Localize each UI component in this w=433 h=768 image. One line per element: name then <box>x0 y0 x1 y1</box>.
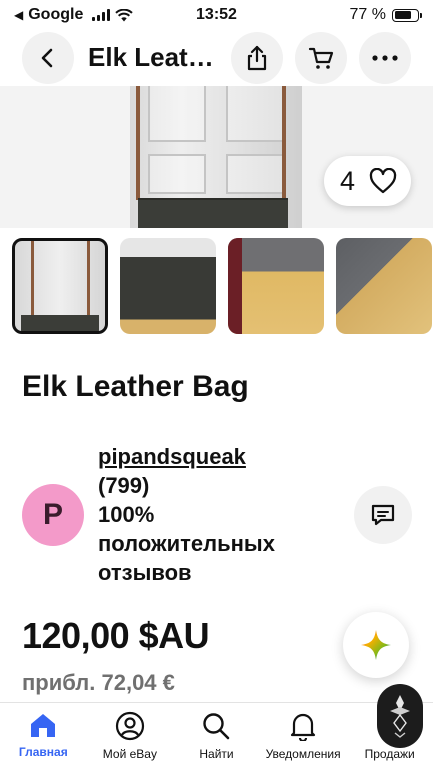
battery-icon <box>392 8 422 22</box>
seller-avatar[interactable]: P <box>22 484 84 546</box>
thumbnail-1[interactable] <box>12 238 108 334</box>
door-panel <box>226 154 284 194</box>
header-title: Elk Leather Bag <box>88 42 218 72</box>
bag-strap <box>282 86 286 200</box>
share-icon <box>247 45 267 70</box>
chevron-left-icon <box>41 48 53 67</box>
nav-notifications[interactable]: Уведомления <box>260 703 347 768</box>
more-options-button[interactable] <box>359 31 411 84</box>
main-product-image[interactable]: 4 <box>0 86 433 228</box>
message-icon <box>371 504 395 526</box>
wifi-icon <box>115 8 134 21</box>
nav-search[interactable]: Найти <box>173 703 260 768</box>
thumbnail-4[interactable] <box>336 238 432 334</box>
bag-strap <box>136 86 140 200</box>
status-bar: ◀ Google 13:52 77 % <box>0 0 433 30</box>
seller-info: pipandsqueak (799) 100% положительных от… <box>98 442 318 587</box>
status-bar-left: ◀ Google <box>14 6 350 24</box>
back-to-app-icon[interactable]: ◀ <box>14 8 23 22</box>
item-price: 120,00 $AU <box>22 615 210 656</box>
header-actions <box>231 31 411 84</box>
cellular-signal-icon <box>92 9 111 21</box>
account-icon <box>115 711 144 741</box>
nav-home-label: Главная <box>18 745 68 759</box>
contact-seller-button[interactable] <box>354 486 412 544</box>
thumbnail-2[interactable] <box>120 238 216 334</box>
nav-notifications-label: Уведомления <box>265 747 341 761</box>
nav-my-ebay-label: Мой eBay <box>102 747 157 761</box>
door-panel <box>148 154 206 194</box>
thumbnail-strip[interactable] <box>12 238 433 336</box>
heart-icon <box>369 168 397 194</box>
more-horizontal-icon <box>372 54 398 61</box>
bag-photo <box>130 86 302 228</box>
ai-assistant-button[interactable] <box>343 612 409 678</box>
nav-my-ebay[interactable]: Мой eBay <box>87 703 174 768</box>
search-icon <box>203 713 230 740</box>
home-icon <box>31 714 56 737</box>
back-button[interactable] <box>22 31 74 84</box>
seller-positive-label: положительных отзывов <box>98 531 275 585</box>
door-panel <box>226 86 284 142</box>
floating-app-icon[interactable] <box>377 684 423 748</box>
back-to-app-label[interactable]: Google <box>28 6 83 24</box>
cart-icon <box>308 47 334 69</box>
sparkle-icon <box>361 630 391 660</box>
thumbnail-3[interactable] <box>228 238 324 334</box>
cart-button[interactable] <box>295 31 347 84</box>
battery-fill <box>394 11 412 19</box>
nav-home[interactable]: Главная <box>0 703 87 768</box>
bottom-navigation: Главная Мой eBay Найти Уведомления Прода… <box>0 702 433 768</box>
item-title: Elk Leather Bag <box>22 370 249 403</box>
nav-sell-label: Продажи <box>364 747 415 761</box>
battery-percent: 77 % <box>349 6 386 23</box>
seller-positive-percent: 100% <box>98 502 155 527</box>
status-bar-right: 77 % <box>349 6 422 24</box>
watch-count: 4 <box>339 165 355 196</box>
seller-feedback-count: (799) <box>98 473 150 498</box>
seller-card: P pipandsqueak (799) 100% положительных … <box>22 442 412 592</box>
seller-name-link[interactable]: pipandsqueak <box>98 442 318 471</box>
thumb-dark-panel <box>228 238 242 334</box>
item-price-approx: прибл. 72,04 € <box>22 670 175 695</box>
nav-search-label: Найти <box>199 747 234 761</box>
header: Elk Leather Bag <box>0 30 433 85</box>
thumb-strap <box>31 241 34 321</box>
share-button[interactable] <box>231 31 283 84</box>
bell-icon <box>290 713 316 741</box>
thumb-strap <box>87 241 90 321</box>
watch-button[interactable]: 4 <box>323 156 411 206</box>
bag-body <box>138 198 288 228</box>
thumb-bag <box>21 315 99 331</box>
door-panel <box>148 86 206 142</box>
ornament-icon <box>390 695 410 738</box>
